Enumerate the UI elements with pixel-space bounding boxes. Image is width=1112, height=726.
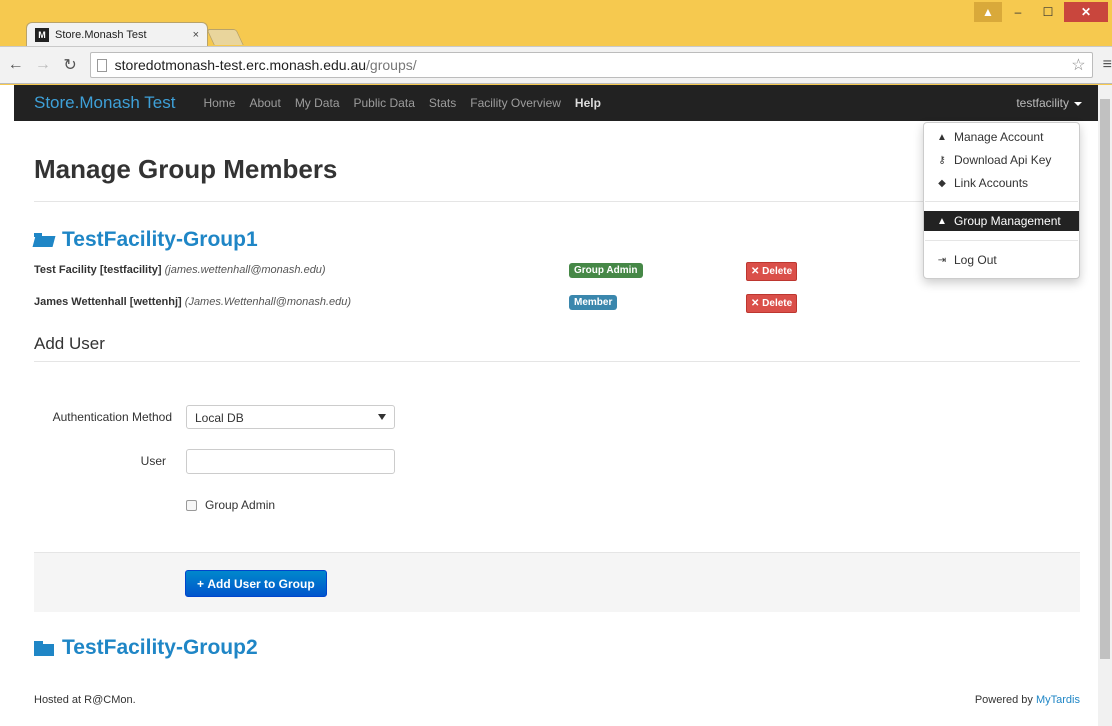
scrollbar-thumb[interactable]	[1100, 99, 1110, 659]
delete-member-button[interactable]: ✕ Delete	[746, 294, 798, 313]
group-heading[interactable]: TestFacility-Group1	[34, 228, 258, 252]
browser-toolbar: ← → ↻ storedotmonash-test.erc.monash.edu…	[0, 46, 1112, 84]
url-path: /groups/	[366, 57, 417, 73]
nav-stats[interactable]: Stats	[429, 96, 456, 110]
group-heading[interactable]: TestFacility-Group2	[34, 636, 258, 660]
member-name-cell: James Wettenhall [wettenhj] (James.Wette…	[34, 296, 351, 308]
menu-item-download-api-key[interactable]: ⚷ Download Api Key	[924, 150, 1079, 170]
site-navbar: Store.Monash Test Home About My Data Pub…	[14, 85, 1098, 121]
footer-hosted: Hosted at R@CMon.	[34, 694, 136, 706]
user-input[interactable]	[186, 449, 395, 474]
user-icon: ▲	[937, 131, 947, 143]
member-name: Test Facility [testfacility]	[34, 264, 162, 276]
tab-title: Store.Monash Test	[55, 29, 147, 41]
user-dropdown-menu: ▲ Manage Account ⚷ Download Api Key ◆ Link …	[923, 122, 1080, 279]
member-email: (James.Wettenhall@monash.edu)	[184, 296, 352, 308]
close-window-icon[interactable]: ✕	[1064, 2, 1108, 22]
menu-item-label: Group Management	[954, 214, 1061, 228]
footer-powered: Powered by MyTardis	[975, 694, 1080, 706]
tab-close-icon[interactable]: ×	[193, 29, 199, 41]
folder-icon	[34, 640, 54, 656]
select-arrow-icon	[378, 414, 386, 420]
nav-about[interactable]: About	[249, 96, 280, 110]
member-name: James Wettenhall [wettenhj]	[34, 296, 182, 308]
nav-links: Home About My Data Public Data Stats Fac…	[203, 96, 615, 110]
group-admin-checkbox[interactable]	[186, 499, 197, 511]
site-brand[interactable]: Store.Monash Test	[34, 93, 175, 113]
tag-icon: ◆	[938, 177, 946, 189]
user-profile-icon[interactable]: ▲	[974, 2, 1002, 22]
user-label: User	[140, 454, 166, 468]
role-badge: Member	[569, 295, 618, 310]
browser-chrome: M Store.Monash Test × ▲ ‒ ☐ ✕ ← → ↻ stor…	[0, 0, 1112, 85]
menu-item-label: Log Out	[954, 253, 997, 267]
delete-label: Delete	[762, 298, 793, 309]
site-favicon-icon: M	[35, 28, 49, 42]
menu-divider	[925, 240, 1078, 241]
maximize-icon[interactable]: ☐	[1034, 2, 1062, 22]
role-badge: Group Admin	[569, 263, 643, 278]
auth-method-select[interactable]: Local DB	[186, 405, 395, 429]
forward-icon[interactable]: →	[31, 56, 54, 74]
window-controls: ▲ ‒ ☐ ✕	[974, 2, 1108, 22]
minimize-icon[interactable]: ‒	[1004, 2, 1032, 22]
page-title: Manage Group Members	[34, 154, 338, 184]
page-scrollbar[interactable]	[1098, 85, 1112, 726]
key-icon: ⚷	[938, 154, 946, 166]
divider	[34, 361, 1080, 362]
group-name: TestFacility-Group2	[62, 636, 258, 659]
bookmark-star-icon[interactable]: ☆	[1071, 55, 1085, 75]
member-name-cell: Test Facility [testfacility] (james.wett…	[34, 264, 326, 276]
delete-member-button[interactable]: ✕ Delete	[746, 262, 798, 281]
delete-label: Delete	[762, 266, 793, 277]
user-menu-label: testfacility	[1016, 96, 1069, 110]
group-admin-checkbox-label: Group Admin	[205, 498, 276, 512]
menu-item-label: Manage Account	[954, 130, 1044, 144]
nav-help[interactable]: Help	[575, 96, 601, 110]
caret-down-icon	[1074, 101, 1082, 106]
auth-method-label: Authentication Method	[52, 410, 172, 424]
page-icon	[96, 58, 107, 72]
auth-method-value: Local DB	[195, 411, 244, 425]
add-user-heading: Add User	[34, 334, 105, 353]
group-name: TestFacility-Group1	[62, 228, 258, 251]
nav-public-data[interactable]: Public Data	[354, 96, 415, 110]
reload-icon[interactable]: ↻	[58, 55, 81, 75]
menu-divider	[925, 201, 1078, 202]
menu-item-label: Download Api Key	[954, 153, 1052, 167]
browser-tab[interactable]: M Store.Monash Test ×	[26, 22, 208, 47]
nav-my-data[interactable]: My Data	[295, 96, 340, 110]
browser-menu-icon[interactable]: ≡	[1103, 56, 1112, 74]
logout-icon: ⇥	[937, 254, 947, 266]
add-user-button-label: Add User to Group	[207, 576, 315, 591]
nav-home[interactable]: Home	[203, 96, 235, 110]
folder-open-icon	[34, 233, 54, 247]
menu-item-log-out[interactable]: ⇥ Log Out	[924, 250, 1079, 270]
member-email: (james.wettenhall@monash.edu)	[164, 264, 326, 276]
menu-item-group-management[interactable]: ▲ Group Management	[924, 211, 1079, 231]
user-menu-toggle[interactable]: testfacility	[1016, 96, 1082, 110]
member-row: James Wettenhall [wettenhj] (James.Wette…	[34, 294, 1080, 313]
back-icon[interactable]: ←	[4, 56, 27, 74]
user-icon: ▲	[937, 215, 947, 227]
menu-item-manage-account[interactable]: ▲ Manage Account	[924, 127, 1079, 147]
add-user-to-group-button[interactable]: + Add User to Group	[185, 570, 327, 597]
footer-powered-prefix: Powered by	[974, 694, 1033, 706]
group-admin-checkbox-row[interactable]: Group Admin	[186, 498, 275, 512]
new-tab-button[interactable]	[206, 29, 244, 45]
address-bar[interactable]: storedotmonash-test.erc.monash.edu.au /g…	[89, 52, 1093, 78]
form-actions: + Add User to Group	[34, 552, 1080, 612]
web-page: Store.Monash Test Home About My Data Pub…	[0, 85, 1112, 726]
menu-item-link-accounts[interactable]: ◆ Link Accounts	[924, 173, 1079, 193]
menu-item-label: Link Accounts	[954, 176, 1029, 190]
url-host: storedotmonash-test.erc.monash.edu.au	[114, 57, 367, 73]
nav-facility-overview[interactable]: Facility Overview	[470, 96, 561, 110]
mytardis-link[interactable]: MyTardis	[1036, 694, 1080, 706]
